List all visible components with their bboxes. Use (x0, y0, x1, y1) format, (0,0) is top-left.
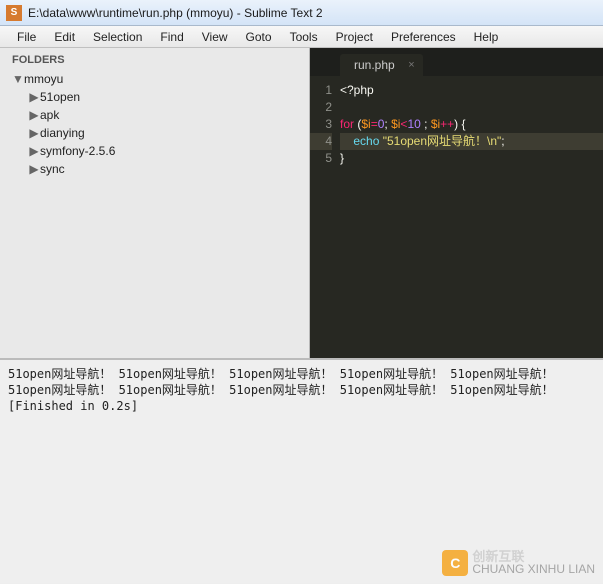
menu-goto[interactable]: Goto (237, 30, 281, 44)
tree-item-label: apk (40, 108, 59, 122)
disclosure-right-icon: ▶ (28, 108, 40, 122)
tree-root-label: mmoyu (24, 72, 63, 86)
app-icon: S (6, 5, 22, 21)
watermark-icon: C (442, 550, 468, 576)
menu-bar: File Edit Selection Find View Goto Tools… (0, 26, 603, 48)
menu-view[interactable]: View (193, 30, 237, 44)
tree-item-label: symfony-2.5.6 (40, 144, 115, 158)
menu-find[interactable]: Find (151, 30, 192, 44)
disclosure-right-icon: ▶ (28, 126, 40, 140)
menu-selection[interactable]: Selection (84, 30, 151, 44)
tree-item-sync[interactable]: ▶ sync (8, 160, 301, 178)
menu-tools[interactable]: Tools (281, 30, 327, 44)
sidebar-header: FOLDERS (8, 54, 301, 66)
tab-bar: run.php × (310, 48, 603, 76)
tree-item-label: dianying (40, 126, 85, 140)
close-icon[interactable]: × (408, 59, 414, 71)
menu-preferences[interactable]: Preferences (382, 30, 465, 44)
tree-item-dianying[interactable]: ▶ dianying (8, 124, 301, 142)
tree-item-symfony[interactable]: ▶ symfony-2.5.6 (8, 142, 301, 160)
code-area[interactable]: 12345 <?php for ($i=0; $i<10 ; $i++) { e… (310, 76, 603, 358)
editor-pane: run.php × 12345 <?php for ($i=0; $i<10 ;… (310, 48, 603, 358)
tab-label: run.php (354, 58, 395, 72)
menu-edit[interactable]: Edit (45, 30, 84, 44)
window-titlebar: S E:\data\www\runtime\run.php (mmoyu) - … (0, 0, 603, 26)
menu-project[interactable]: Project (327, 30, 382, 44)
tree-root[interactable]: ▼ mmoyu (8, 70, 301, 88)
watermark-text: 创新互联 CHUANG XINHU LIAN (472, 551, 595, 575)
sidebar: FOLDERS ▼ mmoyu ▶ 51open ▶ apk ▶ dianyin… (0, 48, 310, 358)
tree-item-51open[interactable]: ▶ 51open (8, 88, 301, 106)
tree-item-apk[interactable]: ▶ apk (8, 106, 301, 124)
tree-item-label: 51open (40, 90, 80, 104)
line-gutter: 12345 (310, 82, 340, 358)
disclosure-right-icon: ▶ (28, 162, 40, 176)
disclosure-down-icon: ▼ (12, 72, 24, 86)
main-pane: FOLDERS ▼ mmoyu ▶ 51open ▶ apk ▶ dianyin… (0, 48, 603, 358)
menu-file[interactable]: File (8, 30, 45, 44)
menu-help[interactable]: Help (465, 30, 508, 44)
disclosure-right-icon: ▶ (28, 90, 40, 104)
tab-runphp[interactable]: run.php × (340, 54, 423, 76)
disclosure-right-icon: ▶ (28, 144, 40, 158)
tree-item-label: sync (40, 162, 65, 176)
window-title: E:\data\www\runtime\run.php (mmoyu) - Su… (28, 6, 323, 20)
watermark: C 创新互联 CHUANG XINHU LIAN (442, 550, 595, 576)
code-text[interactable]: <?php for ($i=0; $i<10 ; $i++) { echo "5… (340, 82, 603, 358)
